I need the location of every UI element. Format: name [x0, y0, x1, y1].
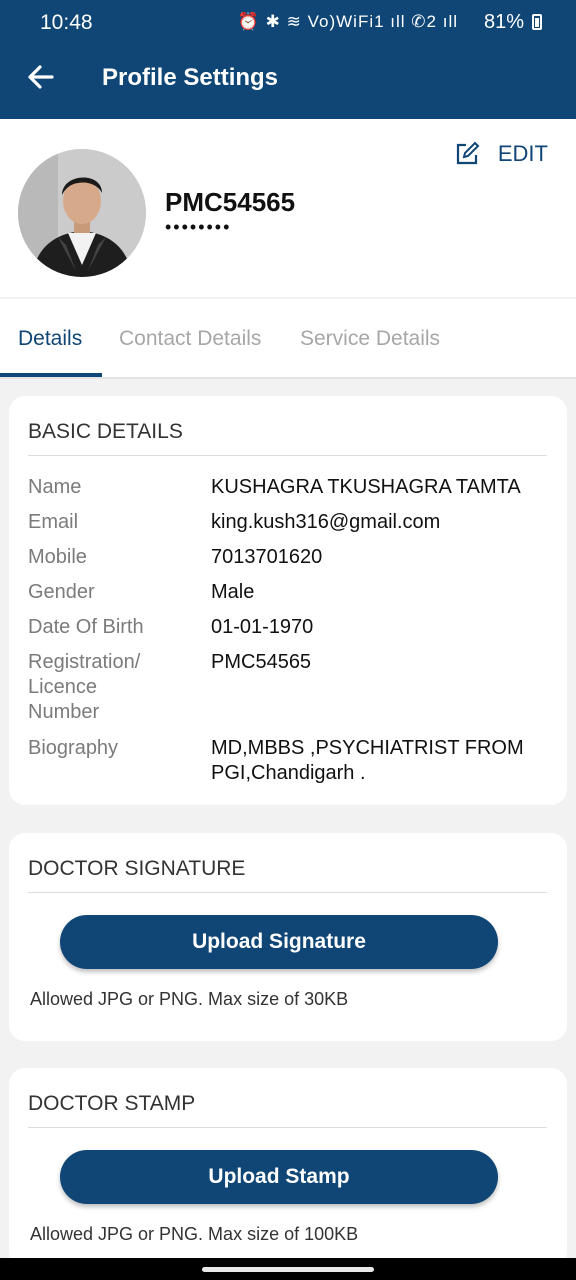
system-nav-bar	[0, 1258, 576, 1280]
edit-icon	[456, 141, 480, 165]
value-email: king.kush316@gmail.com	[211, 511, 441, 533]
label-mobile: Mobile	[28, 546, 87, 568]
tab-contact-details[interactable]: Contact Details	[119, 327, 261, 351]
battery-icon	[532, 14, 542, 30]
signature-title: DOCTOR SIGNATURE	[28, 857, 246, 880]
divider	[28, 892, 547, 893]
signature-note: Allowed JPG or PNG. Max size of 30KB	[30, 989, 349, 1009]
value-date-of-birth: 01-01-1970	[211, 616, 314, 638]
status-time: 10:48	[40, 11, 93, 34]
status-bar: 10:48 ⏰ ✱ ≋ Vo)WiFi1 ıll ✆2 ıll 81%	[0, 0, 576, 40]
profile-id: PMC54565	[165, 187, 296, 217]
profile-header: PMC54565 •••••••• EDIT	[0, 119, 576, 297]
label-date-of-birth: Date Of Birth	[28, 616, 144, 638]
label-gender: Gender	[28, 581, 95, 603]
home-handle[interactable]	[202, 1267, 374, 1272]
edit-label: EDIT	[497, 141, 548, 166]
stamp-note: Allowed JPG or PNG. Max size of 100KB	[30, 1224, 359, 1244]
app-bar: Profile Settings	[0, 40, 576, 119]
stamp-title: DOCTOR STAMP	[28, 1092, 196, 1115]
arrow-left-icon[interactable]	[24, 60, 58, 94]
value-gender: Male	[211, 581, 255, 603]
label-registration-number: Registration/ Licence Number	[28, 651, 141, 723]
tab-indicator	[0, 373, 102, 377]
status-icons: ⏰ ✱ ≋ Vo)WiFi1 ıll ✆2 ıll	[237, 12, 458, 31]
upload-signature-button[interactable]: Upload Signature	[60, 915, 498, 969]
divider	[28, 455, 547, 456]
page-title: Profile Settings	[102, 64, 279, 91]
avatar-image	[18, 149, 146, 277]
basic-details-title: BASIC DETAILS	[28, 420, 183, 443]
tab-details[interactable]: Details	[18, 327, 82, 351]
upload-stamp-button[interactable]: Upload Stamp	[60, 1150, 498, 1204]
label-biography: Biography	[28, 737, 119, 759]
signature-card: DOCTOR SIGNATURE Upload Signature Allowe…	[9, 833, 567, 1041]
avatar	[18, 149, 146, 277]
value-registration-number: PMC54565	[211, 651, 312, 673]
value-biography: MD,MBBS ,PSYCHIATRIST FROM PGI,Chandigar…	[211, 737, 524, 784]
label-email: Email	[28, 511, 79, 533]
stamp-card: DOCTOR STAMP Upload Stamp Allowed JPG or…	[9, 1068, 567, 1268]
label-name: Name	[28, 476, 82, 498]
divider	[28, 1127, 547, 1128]
password-mask: ••••••••	[165, 217, 232, 237]
edit-button[interactable]: EDIT	[454, 141, 548, 167]
battery-level: 81%	[483, 11, 524, 33]
value-mobile: 7013701620	[211, 546, 323, 568]
tab-service-details[interactable]: Service Details	[300, 327, 440, 351]
tab-bar: Details Contact Details Service Details	[0, 299, 576, 379]
value-name: KUSHAGRA TKUSHAGRA TAMTA	[211, 476, 521, 498]
basic-details-card: BASIC DETAILS Name KUSHAGRA TKUSHAGRA TA…	[9, 396, 567, 805]
